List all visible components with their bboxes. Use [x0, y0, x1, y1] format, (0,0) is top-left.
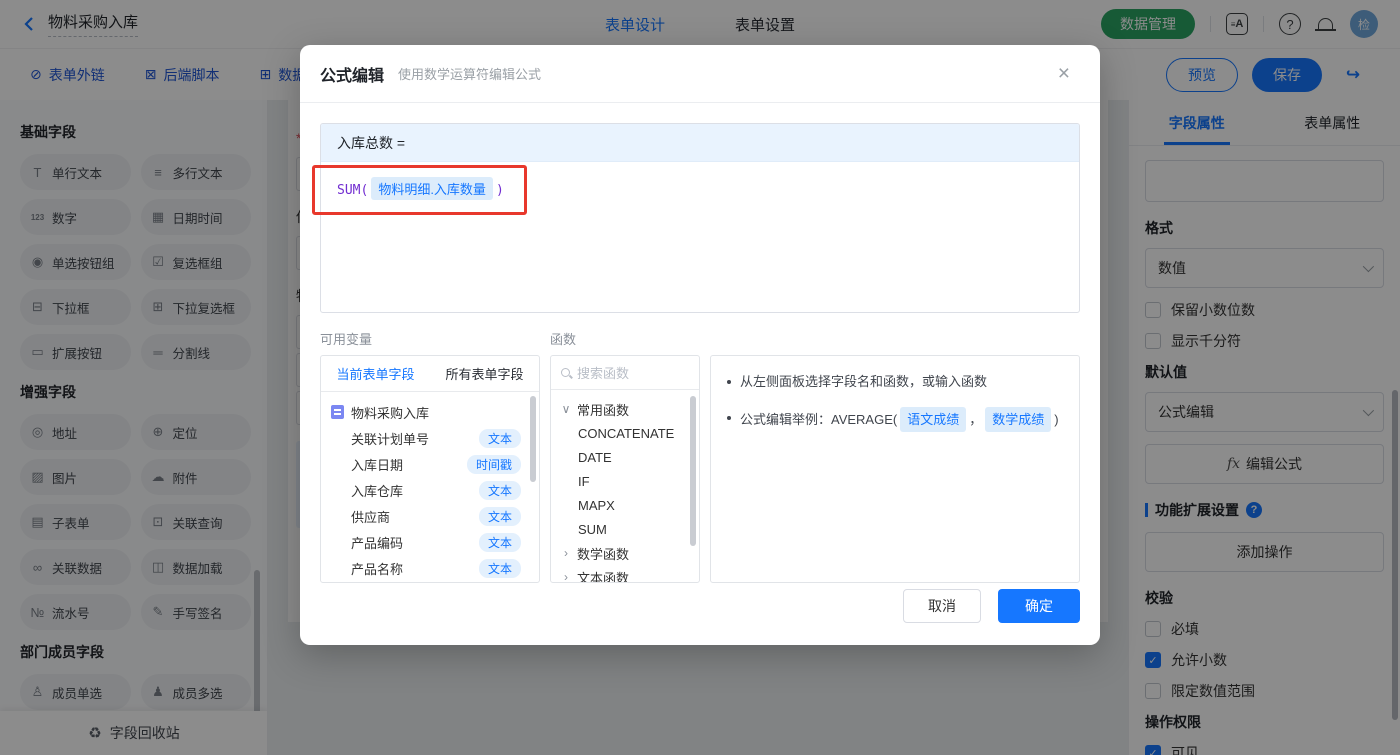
functions-panel: 搜索函数 ∨ 常用函数 CONCATENATE DATE IF MAPX SUM… — [550, 355, 700, 583]
example-prefix: 公式编辑举例：AVERAGE( — [740, 412, 898, 427]
confirm-button[interactable]: 确定 — [998, 589, 1080, 623]
functions-scrollbar[interactable] — [690, 396, 696, 546]
function-items: CONCATENATE DATE IF MAPX SUM — [561, 421, 689, 541]
variable-name: 关联计划单号 — [351, 431, 430, 447]
variable-type-badge: 文本 — [478, 532, 521, 552]
function-group-label: 文本函数 — [577, 570, 630, 583]
function-item[interactable]: IF — [561, 469, 689, 493]
functions-label: 函数 — [550, 332, 577, 347]
function-item[interactable]: DATE — [561, 445, 689, 469]
variable-type-badge: 文本 — [478, 480, 521, 500]
form-icon — [331, 405, 344, 419]
function-group-collapsed[interactable]: › 数学函数 — [561, 541, 689, 565]
function-item[interactable]: CONCATENATE — [561, 421, 689, 445]
app-root: 物料采购入库 表单设计 表单设置 数据管理 ≡ A ? 检 ⊘ 表单外链 ⊠ 后… — [0, 0, 1400, 755]
form-node[interactable]: 物料采购入库 — [329, 399, 531, 425]
variable-name: 供应商 — [351, 509, 391, 525]
bullet-dot — [727, 380, 731, 384]
close-icon[interactable]: × — [1058, 63, 1070, 84]
variable-row[interactable]: 入库日期 时间戳 — [329, 451, 531, 477]
chevron-right-icon: › — [564, 546, 568, 560]
function-search[interactable]: 搜索函数 — [551, 356, 699, 390]
variables-scrollbar[interactable] — [530, 396, 536, 482]
help-panel: 从左侧面板选择字段名和函数，或输入函数 公式编辑举例：AVERAGE(语文成绩，… — [710, 355, 1080, 583]
field-chip[interactable]: 物料明细.入库数量 — [371, 177, 493, 200]
chevron-down-icon: ∨ — [561, 402, 571, 416]
example-comma: ， — [969, 412, 983, 427]
function-group-label: 常用函数 — [577, 402, 630, 418]
function-groups-collapsed: › 数学函数 › 文本函数 — [561, 541, 689, 583]
modal-footer: 取消 确定 — [903, 589, 1080, 623]
function-group-collapsed[interactable]: › 文本函数 — [561, 565, 689, 583]
formula-close-paren: ) — [495, 183, 504, 198]
bullet-dot — [727, 416, 731, 420]
example-close: ) — [1054, 412, 1059, 427]
variable-row[interactable]: 入库仓库 文本 — [329, 477, 531, 503]
variable-type-badge: 文本 — [478, 428, 521, 448]
variables-tree: 物料采购入库 关联计划单号 文本 入库日期 时间戳 入库仓库 文本 供应商 文本… — [321, 392, 539, 582]
variable-type-badge: 文本 — [478, 558, 521, 578]
panel-labels: 可用变量 函数 — [320, 329, 1080, 348]
function-group-common[interactable]: ∨ 常用函数 — [561, 397, 689, 421]
modal-body: 入库总数 = SUM(物料明细.入库数量) 可用变量 函数 当前表单字段 所有表… — [300, 103, 1100, 583]
function-item[interactable]: MAPX — [561, 493, 689, 517]
functions-tree: ∨ 常用函数 CONCATENATE DATE IF MAPX SUM › 数学… — [551, 390, 699, 583]
formula-editor-modal: 公式编辑 使用数学运算符编辑公式 × 入库总数 = SUM(物料明细.入库数量)… — [300, 45, 1100, 645]
modal-title: 公式编辑 — [320, 67, 385, 85]
variables-tabs: 当前表单字段 所有表单字段 — [321, 356, 539, 392]
variable-row[interactable]: 供应商 文本 — [329, 503, 531, 529]
variable-name: 入库日期 — [351, 457, 404, 473]
variables-panel: 当前表单字段 所有表单字段 物料采购入库 关联计划单号 文本 入库日期 时间戳 … — [320, 355, 540, 583]
variable-row[interactable]: 产品名称 文本 — [329, 555, 531, 581]
help-tip-1: 从左侧面板选择字段名和函数，或输入函数 — [727, 371, 1063, 392]
function-item[interactable]: SUM — [561, 517, 689, 541]
modal-subtitle: 使用数学运算符编辑公式 — [398, 67, 542, 82]
modal-header: 公式编辑 使用数学运算符编辑公式 × — [300, 45, 1100, 103]
variable-row[interactable]: 产品编码 文本 — [329, 529, 531, 555]
variable-name: 产品名称 — [351, 561, 404, 577]
formula-function-name: SUM( — [337, 183, 369, 198]
panels-row: 当前表单字段 所有表单字段 物料采购入库 关联计划单号 文本 入库日期 时间戳 … — [320, 355, 1080, 583]
form-node-label: 物料采购入库 — [351, 405, 430, 421]
variable-row[interactable]: 关联计划单号 文本 — [329, 425, 531, 451]
help-tip-text: 从左侧面板选择字段名和函数，或输入函数 — [740, 374, 988, 389]
cancel-button[interactable]: 取消 — [903, 589, 981, 623]
variables-label: 可用变量 — [320, 332, 373, 347]
help-tip-2: 公式编辑举例：AVERAGE(语文成绩，数学成绩) — [727, 407, 1063, 432]
variable-rows: 关联计划单号 文本 入库日期 时间戳 入库仓库 文本 供应商 文本 产品编码 文… — [329, 425, 531, 581]
function-group-label: 数学函数 — [577, 546, 630, 562]
chevron-right-icon: › — [564, 570, 568, 583]
search-placeholder: 搜索函数 — [577, 366, 630, 381]
tab-current-form-fields[interactable]: 当前表单字段 — [321, 356, 430, 391]
variable-type-badge: 文本 — [478, 506, 521, 526]
example-chip-2: 数学成绩 — [985, 407, 1052, 432]
search-icon — [561, 368, 570, 377]
formula-target-bar: 入库总数 = — [321, 124, 1079, 162]
help-tip-example: 公式编辑举例：AVERAGE(语文成绩，数学成绩) — [740, 407, 1059, 432]
variable-type-badge: 时间戳 — [466, 454, 521, 474]
tab-all-form-fields[interactable]: 所有表单字段 — [430, 356, 539, 391]
formula-editor-box[interactable]: 入库总数 = SUM(物料明细.入库数量) — [320, 123, 1080, 313]
example-chip-1: 语文成绩 — [900, 407, 967, 432]
variable-name: 产品编码 — [351, 535, 404, 551]
formula-expression[interactable]: SUM(物料明细.入库数量) — [321, 162, 1079, 215]
variable-name: 入库仓库 — [351, 483, 404, 499]
